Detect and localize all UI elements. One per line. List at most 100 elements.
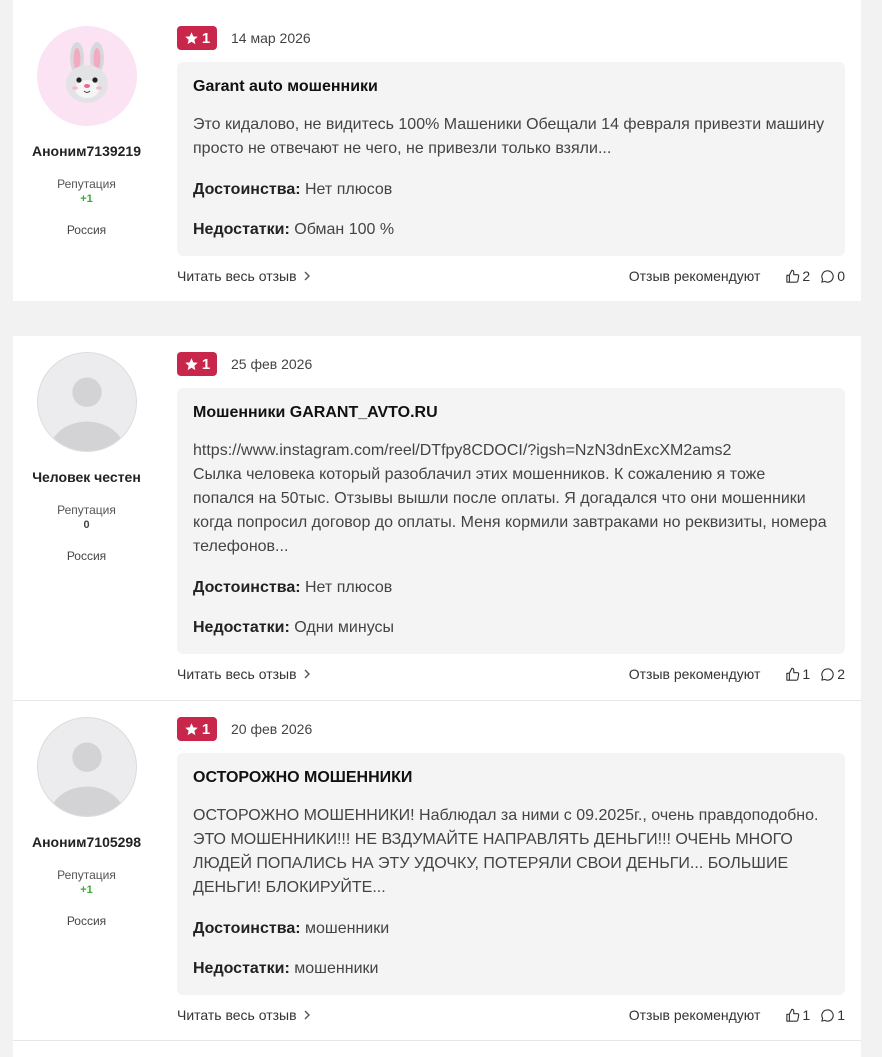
rating-value: 1: [201, 29, 211, 47]
read-full-review-label: Читать весь отзыв: [177, 1007, 297, 1023]
read-full-review-link[interactable]: Читать весь отзыв: [177, 268, 311, 284]
review-date: 14 мар 2026: [231, 30, 311, 46]
thumbs-up-icon: [786, 1008, 800, 1022]
reputation-value: +1: [80, 193, 93, 205]
review-excerpt-link: https://www.instagram.com/reel/DTfpy8CDO…: [193, 442, 732, 459]
read-full-review-link[interactable]: Читать весь отзыв: [177, 1007, 311, 1023]
rating-value: 1: [201, 720, 211, 738]
like-button[interactable]: 1: [785, 1007, 810, 1023]
review-excerpt: ОСТОРОЖНО МОШЕННИКИ! Наблюдал за ними с …: [193, 807, 819, 896]
rating-value: 1: [201, 355, 211, 373]
pros-label: Достоинства:: [193, 181, 301, 198]
comments-button[interactable]: 0: [820, 268, 845, 284]
chevron-right-icon: [304, 1010, 310, 1020]
comment-icon: [821, 667, 834, 681]
read-full-review-link[interactable]: Читать весь отзыв: [177, 666, 311, 682]
comments-button[interactable]: 2: [820, 666, 845, 682]
author-name[interactable]: Аноним7139219: [13, 143, 160, 159]
avatar[interactable]: [36, 717, 137, 817]
reputation-value: +1: [80, 884, 93, 896]
pros-value: Нет плюсов: [305, 181, 393, 198]
review-title[interactable]: Мошенники GARANT_AVTO.RU: [193, 402, 829, 424]
review-excerpt: Это кидалово, не видитесь 100% Машеники …: [193, 116, 825, 157]
author-country: Россия: [66, 549, 107, 563]
reputation-label: Репутация: [57, 177, 116, 191]
review-excerpt-text: Сылка человека который разоблачил этих м…: [193, 466, 827, 555]
star-icon: [185, 722, 198, 735]
review-title[interactable]: Garant auto мошенники: [193, 76, 829, 98]
review-pros: Достоинства: Нет плюсов: [193, 577, 829, 599]
star-icon: [185, 31, 198, 44]
avatar[interactable]: [36, 26, 137, 126]
thumbs-up-icon: [786, 269, 800, 283]
comment-count: 0: [837, 268, 845, 284]
rating-badge: 1: [177, 26, 217, 50]
default-user-icon: [49, 377, 124, 451]
comment-count: 2: [837, 666, 845, 682]
review-author: Аноним7139219 Репутация +1 Россия: [13, 26, 160, 237]
chevron-right-icon: [304, 669, 310, 679]
cons-value: Одни минусы: [294, 619, 395, 636]
chevron-right-icon: [304, 271, 310, 281]
author-name[interactable]: Человек честен: [13, 469, 160, 485]
review-excerpt: https://www.instagram.com/reel/DTfpy8CDO…: [193, 439, 829, 559]
recommend-label: Отзыв рекомендуют: [628, 666, 761, 682]
reputation-value: 0: [83, 519, 90, 531]
review-pros: Достоинства: Нет плюсов: [193, 179, 829, 201]
comment-icon: [821, 1008, 834, 1022]
previous-card-edge: [13, 0, 861, 9]
cons-value: Обман 100 %: [294, 221, 395, 238]
review-meta: 1 20 фев 2026: [177, 717, 312, 741]
review-meta: 1 14 мар 2026: [177, 26, 311, 50]
cons-value: мошенники: [294, 960, 379, 977]
review-stats: Отзыв рекомендуют 1 2: [629, 666, 845, 682]
pros-value: мошенники: [305, 920, 390, 937]
pros-value: Нет плюсов: [305, 579, 393, 596]
cons-label: Недостатки:: [193, 221, 290, 238]
like-count: 1: [802, 1007, 811, 1023]
review-cons: Недостатки: Одни минусы: [193, 617, 829, 639]
review-title[interactable]: ОСТОРОЖНО МОШЕННИКИ: [193, 767, 829, 789]
author-name[interactable]: Аноним7105298: [13, 834, 160, 850]
review-date: 25 фев 2026: [231, 356, 313, 372]
read-full-review-label: Читать весь отзыв: [177, 268, 297, 284]
read-full-review-label: Читать весь отзыв: [177, 666, 297, 682]
review-stats: Отзыв рекомендуют 2 0: [629, 268, 845, 284]
review-author: Аноним7105298 Репутация +1 Россия: [13, 717, 160, 928]
like-button[interactable]: 2: [785, 268, 810, 284]
review-cons: Недостатки: мошенники: [193, 958, 829, 980]
thumbs-up-icon: [786, 667, 800, 681]
review-footer: Читать весь отзыв Отзыв рекомендуют 1 2: [177, 666, 845, 686]
like-button[interactable]: 1: [785, 666, 810, 682]
like-count: 2: [802, 268, 811, 284]
avatar[interactable]: [36, 352, 137, 452]
review-content[interactable]: Garant auto мошенники Это кидалово, не в…: [177, 62, 845, 256]
star-icon: [185, 357, 198, 370]
next-card-edge: [13, 1041, 861, 1057]
review-date: 20 фев 2026: [231, 721, 313, 737]
review-meta: 1 25 фев 2026: [177, 352, 312, 376]
review-footer: Читать весь отзыв Отзыв рекомендуют 2 0: [177, 268, 845, 288]
review-content[interactable]: ОСТОРОЖНО МОШЕННИКИ ОСТОРОЖНО МОШЕННИКИ!…: [177, 753, 845, 995]
pros-label: Достоинства:: [193, 920, 301, 937]
comments-button[interactable]: 1: [820, 1007, 845, 1023]
review-card: Аноним7105298 Репутация +1 Россия 1 20 ф…: [13, 701, 861, 1041]
cons-label: Недостатки:: [193, 619, 290, 636]
review-stats: Отзыв рекомендуют 1 1: [629, 1007, 845, 1023]
reputation-label: Репутация: [57, 868, 116, 882]
review-content[interactable]: Мошенники GARANT_AVTO.RU https://www.ins…: [177, 388, 845, 654]
cons-label: Недостатки:: [193, 960, 290, 977]
author-country: Россия: [66, 223, 107, 237]
reputation-label: Репутация: [57, 503, 116, 517]
pros-label: Достоинства:: [193, 579, 301, 596]
recommend-label: Отзыв рекомендуют: [628, 268, 761, 284]
review-card: Аноним7139219 Репутация +1 Россия 1 14 м…: [13, 9, 861, 301]
review-footer: Читать весь отзыв Отзыв рекомендуют 1 1: [177, 1007, 845, 1027]
rating-badge: 1: [177, 717, 217, 741]
comment-icon: [821, 269, 834, 283]
review-cons: Недостатки: Обман 100 %: [193, 219, 829, 241]
review-pros: Достоинства: мошенники: [193, 918, 829, 940]
recommend-label: Отзыв рекомендуют: [628, 1007, 761, 1023]
comment-count: 1: [837, 1007, 845, 1023]
default-user-icon: [49, 742, 124, 816]
